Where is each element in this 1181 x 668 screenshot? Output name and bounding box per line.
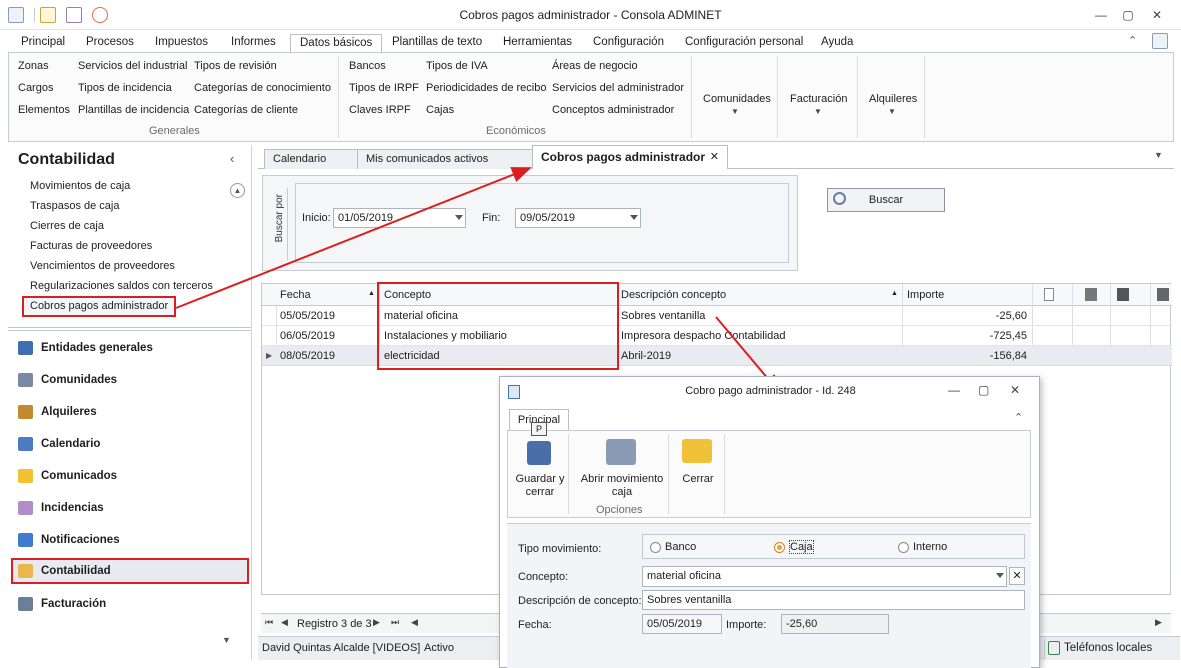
radio-banco-circle[interactable]: [650, 541, 661, 553]
radio-interno[interactable]: Interno: [898, 541, 947, 553]
folder-exit-icon: [682, 439, 712, 463]
keytip-badge: P: [531, 422, 547, 436]
fecha-label: Fecha:: [518, 619, 552, 631]
arrow-to-tab: [175, 167, 532, 309]
divider: [668, 434, 669, 514]
dialog-ribbon: Guardar y cerrar Abrir movimiento caja O…: [507, 430, 1031, 518]
divider: [568, 434, 569, 514]
radio-caja-circle[interactable]: [774, 541, 785, 553]
concepto-value: material oficina: [647, 570, 721, 582]
dialog-maximize-button[interactable]: ▢: [978, 383, 989, 397]
clear-concepto-button[interactable]: ✕: [1009, 567, 1025, 585]
radio-interno-label: Interno: [913, 541, 948, 553]
importe-label: Importe:: [726, 619, 767, 631]
fecha-input[interactable]: 05/05/2019: [642, 614, 722, 634]
group-label-opciones: Opciones: [596, 504, 643, 516]
radio-banco[interactable]: Banco: [650, 541, 696, 553]
descripcion-label: Descripción de concepto:: [518, 595, 642, 607]
radio-caja-label: Caja: [789, 540, 814, 554]
radio-caja[interactable]: Caja: [774, 540, 814, 554]
importe-input[interactable]: -25,60: [781, 614, 889, 634]
dialog-form: Tipo movimiento: Banco Caja Interno Conc…: [507, 523, 1031, 668]
chevron-down-icon[interactable]: [996, 573, 1004, 578]
collapse-ribbon-icon[interactable]: ⌃: [1014, 411, 1023, 424]
floppy-icon: [527, 441, 551, 465]
tipo-movimiento-radio-group: Banco Caja Interno: [642, 534, 1025, 559]
radio-interno-circle[interactable]: [898, 541, 909, 553]
concepto-select[interactable]: material oficina: [642, 566, 1007, 587]
tipo-movimiento-label: Tipo movimiento:: [518, 543, 602, 555]
record-dialog: Cobro pago administrador - Id. 248 — ▢ ✕…: [499, 376, 1040, 668]
divider: [724, 434, 725, 514]
close-dialog-button[interactable]: Cerrar: [674, 433, 722, 501]
open-cash-movement-button[interactable]: Abrir movimiento caja: [574, 433, 666, 501]
dialog-minimize-button[interactable]: —: [948, 383, 960, 397]
close-dialog-label: Cerrar: [682, 473, 714, 485]
save-close-label: Guardar y cerrar: [515, 473, 565, 498]
open-cash-movement-label: Abrir movimiento caja: [580, 473, 664, 498]
radio-banco-label: Banco: [665, 541, 697, 553]
concepto-label: Concepto:: [518, 571, 569, 583]
save-close-button[interactable]: Guardar y cerrar: [512, 433, 564, 513]
descripcion-input[interactable]: Sobres ventanilla: [642, 590, 1025, 610]
dialog-close-button[interactable]: ✕: [1010, 383, 1020, 397]
printer-arrow-icon: [606, 439, 636, 465]
